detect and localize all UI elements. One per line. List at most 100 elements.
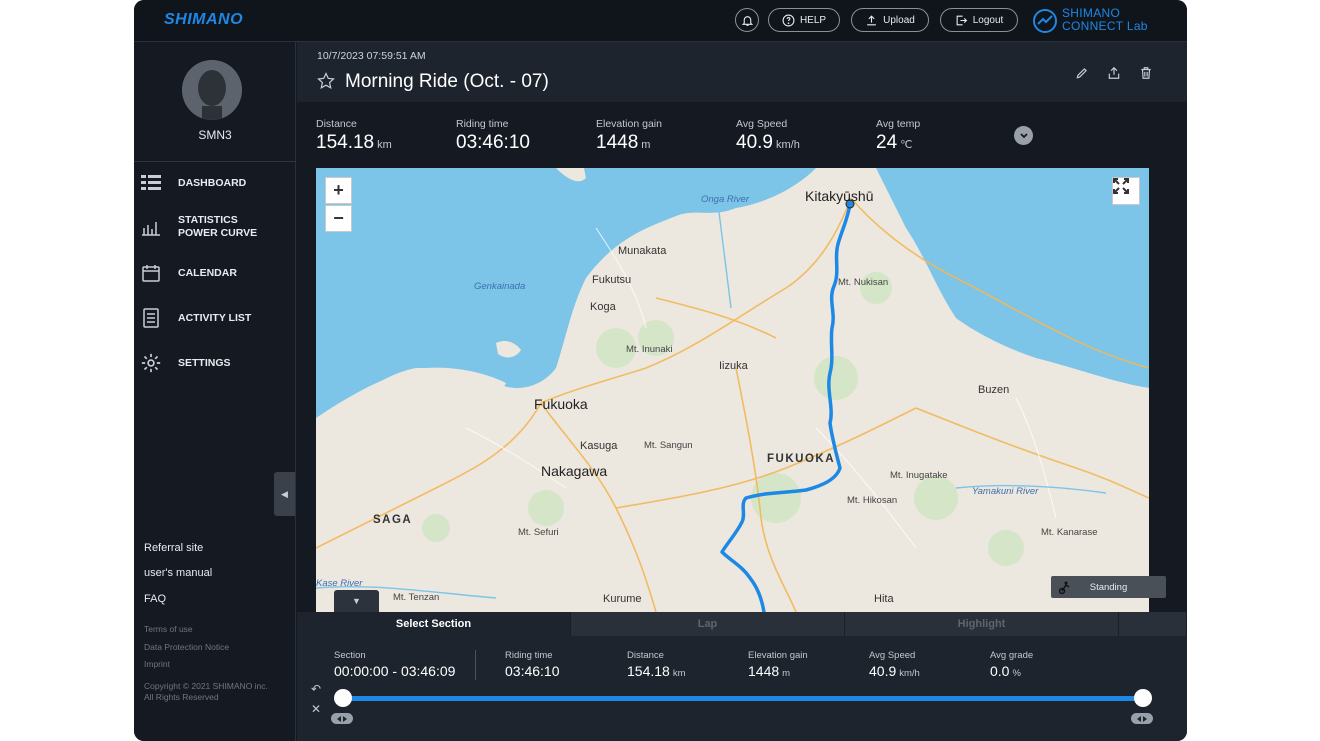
sidebar-divider xyxy=(134,161,296,162)
logout-icon xyxy=(956,15,967,25)
sidebar-item-calendar[interactable]: CALENDAR xyxy=(140,262,290,284)
stat-value: 0.0 xyxy=(990,663,1010,679)
step-left-icon xyxy=(337,715,341,722)
close-icon[interactable]: ✕ xyxy=(309,702,323,716)
map-label-onga-river: Onga River xyxy=(701,194,750,205)
connect-lab-text: CONNECT Lab xyxy=(1062,19,1148,33)
stat-unit: km/h xyxy=(775,139,800,151)
edit-pencil-icon[interactable] xyxy=(1075,66,1089,80)
sidebar-item-label: DASHBOARD xyxy=(178,177,247,189)
start-step-buttons[interactable] xyxy=(331,713,353,724)
stat-label: Avg Speed xyxy=(869,650,916,661)
upload-button[interactable]: Upload xyxy=(851,8,929,32)
stat-label: Distance xyxy=(316,118,357,130)
map-label-kurume: Kurume xyxy=(603,593,642,605)
stat-value: 1448 xyxy=(748,663,780,679)
stat-unit: km xyxy=(672,668,686,679)
map-label-nakagawa: Nakagawa xyxy=(541,463,608,479)
map-label-kasuga: Kasuga xyxy=(580,440,618,452)
cyclist-standing-icon xyxy=(1059,581,1070,594)
delete-trash-icon[interactable] xyxy=(1139,66,1153,80)
tab-highlight[interactable]: Highlight xyxy=(845,612,1119,636)
fullscreen-button[interactable] xyxy=(1112,177,1140,205)
help-label: HELP xyxy=(799,14,827,26)
sidebar-item-settings[interactable]: SETTINGS xyxy=(140,352,290,374)
activity-header: 10/7/2023 07:59:51 AM Morning Ride (Oct.… xyxy=(297,42,1187,102)
stat-value: 24 xyxy=(876,132,898,153)
end-step-buttons[interactable] xyxy=(1131,713,1153,724)
dashboard-icon xyxy=(140,172,162,194)
help-button[interactable]: HELP xyxy=(768,8,840,32)
favorite-star-icon[interactable] xyxy=(317,72,335,90)
stat-value: 1448 xyxy=(596,132,639,153)
sidebar: SMN3 DASHBOARD STATISTICS POWER CURVE CA… xyxy=(134,42,296,741)
stat-label: Distance xyxy=(627,650,664,661)
sidebar-item-activity-list[interactable]: ACTIVITY LIST xyxy=(140,307,290,329)
map-label-kase-river: Kase River xyxy=(316,578,363,589)
zoom-in-button[interactable]: + xyxy=(325,177,352,204)
sidebar-item-dashboard[interactable]: DASHBOARD xyxy=(140,172,290,194)
stat-divider xyxy=(475,650,476,680)
brand-logo[interactable]: SHIMANO xyxy=(164,11,243,29)
map-label-buzen: Buzen xyxy=(978,384,1010,396)
terms-link[interactable]: Terms of use xyxy=(144,624,193,634)
section-stat-avg-speed: Avg Speed 40.9 km/h xyxy=(869,650,920,679)
stat-value: 00:00:00 - 03:46:09 xyxy=(334,663,456,679)
share-export-icon[interactable] xyxy=(1107,66,1121,80)
app-window: SHIMANO HELP Upload Logout SHIMANO CONNE… xyxy=(134,0,1187,741)
stat-label: Riding time xyxy=(505,650,553,661)
map-label-fukuoka-city: Fukuoka xyxy=(534,396,588,412)
route-map[interactable]: + − Kitakyūshū Onga River Munakata Fukut… xyxy=(316,168,1149,612)
section-range-track[interactable] xyxy=(343,696,1143,701)
stat-label: Section xyxy=(334,650,366,661)
logout-button[interactable]: Logout xyxy=(940,8,1018,32)
sidebar-item-label: ACTIVITY LIST xyxy=(178,312,252,324)
top-bar: SHIMANO HELP Upload Logout SHIMANO CONNE… xyxy=(134,0,1187,42)
range-end-handle[interactable] xyxy=(1134,689,1152,707)
tab-select-section[interactable]: Select Section xyxy=(297,612,571,636)
referral-site-link[interactable]: Referral site xyxy=(144,542,203,554)
faq-link[interactable]: FAQ xyxy=(144,593,166,605)
chevron-left-icon: ◀ xyxy=(281,488,288,499)
sidebar-item-label: CALENDAR xyxy=(178,267,237,279)
stat-value: 03:46:10 xyxy=(456,132,530,153)
range-start-handle[interactable] xyxy=(334,689,352,707)
sidebar-item-statistics[interactable]: STATISTICS POWER CURVE xyxy=(140,214,290,240)
stat-unit: m xyxy=(782,668,791,679)
tab-lap[interactable]: Lap xyxy=(571,612,845,636)
stat-avg-speed: Avg Speed 40.9 km/h xyxy=(736,118,800,154)
stat-label: Elevation gain xyxy=(748,650,808,661)
data-protection-link[interactable]: Data Protection Notice xyxy=(144,642,229,652)
section-stat-elevation-gain: Elevation gain 1448 m xyxy=(748,650,808,679)
gear-icon xyxy=(140,352,162,374)
stat-unit: % xyxy=(1012,668,1021,679)
connect-lab-icon xyxy=(1033,9,1057,33)
standing-label: Standing xyxy=(1089,581,1128,593)
stat-label: Avg Speed xyxy=(736,118,788,130)
activity-summary-stats: Distance 154.18 km Riding time 03:46:10 E… xyxy=(297,102,1187,168)
undo-icon[interactable]: ↶ xyxy=(309,682,323,696)
upload-icon xyxy=(867,14,876,25)
avatar[interactable] xyxy=(182,60,242,120)
stat-avg-temp: Avg temp 24 ℃ xyxy=(876,118,920,154)
expand-stats-button[interactable] xyxy=(1014,126,1033,145)
username: SMN3 xyxy=(198,128,232,142)
step-right-icon xyxy=(1143,715,1147,722)
map-label-saga: SAGA xyxy=(373,514,413,526)
map-label-genkainada: Genkainada xyxy=(474,281,526,292)
users-manual-link[interactable]: user's manual xyxy=(144,567,212,579)
zoom-out-button[interactable]: − xyxy=(325,205,352,232)
map-label-mt-hikosan: Mt. Hikosan xyxy=(847,495,898,506)
notification-bell-icon[interactable] xyxy=(735,8,759,32)
stat-label: Riding time xyxy=(456,118,509,130)
shimano-connect-lab-logo[interactable]: SHIMANO CONNECT Lab xyxy=(1032,6,1172,36)
sidebar-collapse-button[interactable]: ◀ xyxy=(274,472,295,516)
stat-unit: km xyxy=(377,139,392,151)
map-label-mt-inugatake: Mt. Inugatake xyxy=(890,470,948,481)
map-panel-toggle-button[interactable]: ▼ xyxy=(334,590,379,612)
chevron-down-icon: ▼ xyxy=(352,596,361,606)
imprint-link[interactable]: Imprint xyxy=(144,659,170,669)
map-canvas xyxy=(316,168,1149,612)
section-stat-range: Section 00:00:00 - 03:46:09 xyxy=(334,650,458,679)
sidebar-item-label: STATISTICS POWER CURVE xyxy=(178,214,258,239)
